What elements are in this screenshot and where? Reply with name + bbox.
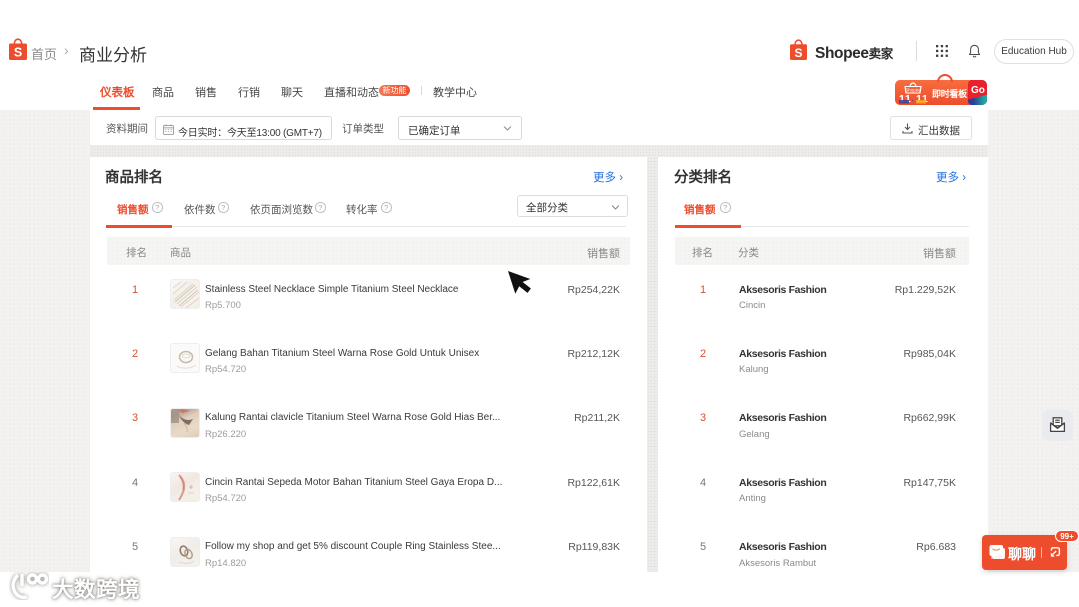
svg-text:.: .: [912, 97, 914, 103]
svg-text:S: S: [794, 46, 802, 60]
svg-text:S: S: [14, 46, 22, 60]
svg-text:Shopee: Shopee: [905, 88, 921, 93]
